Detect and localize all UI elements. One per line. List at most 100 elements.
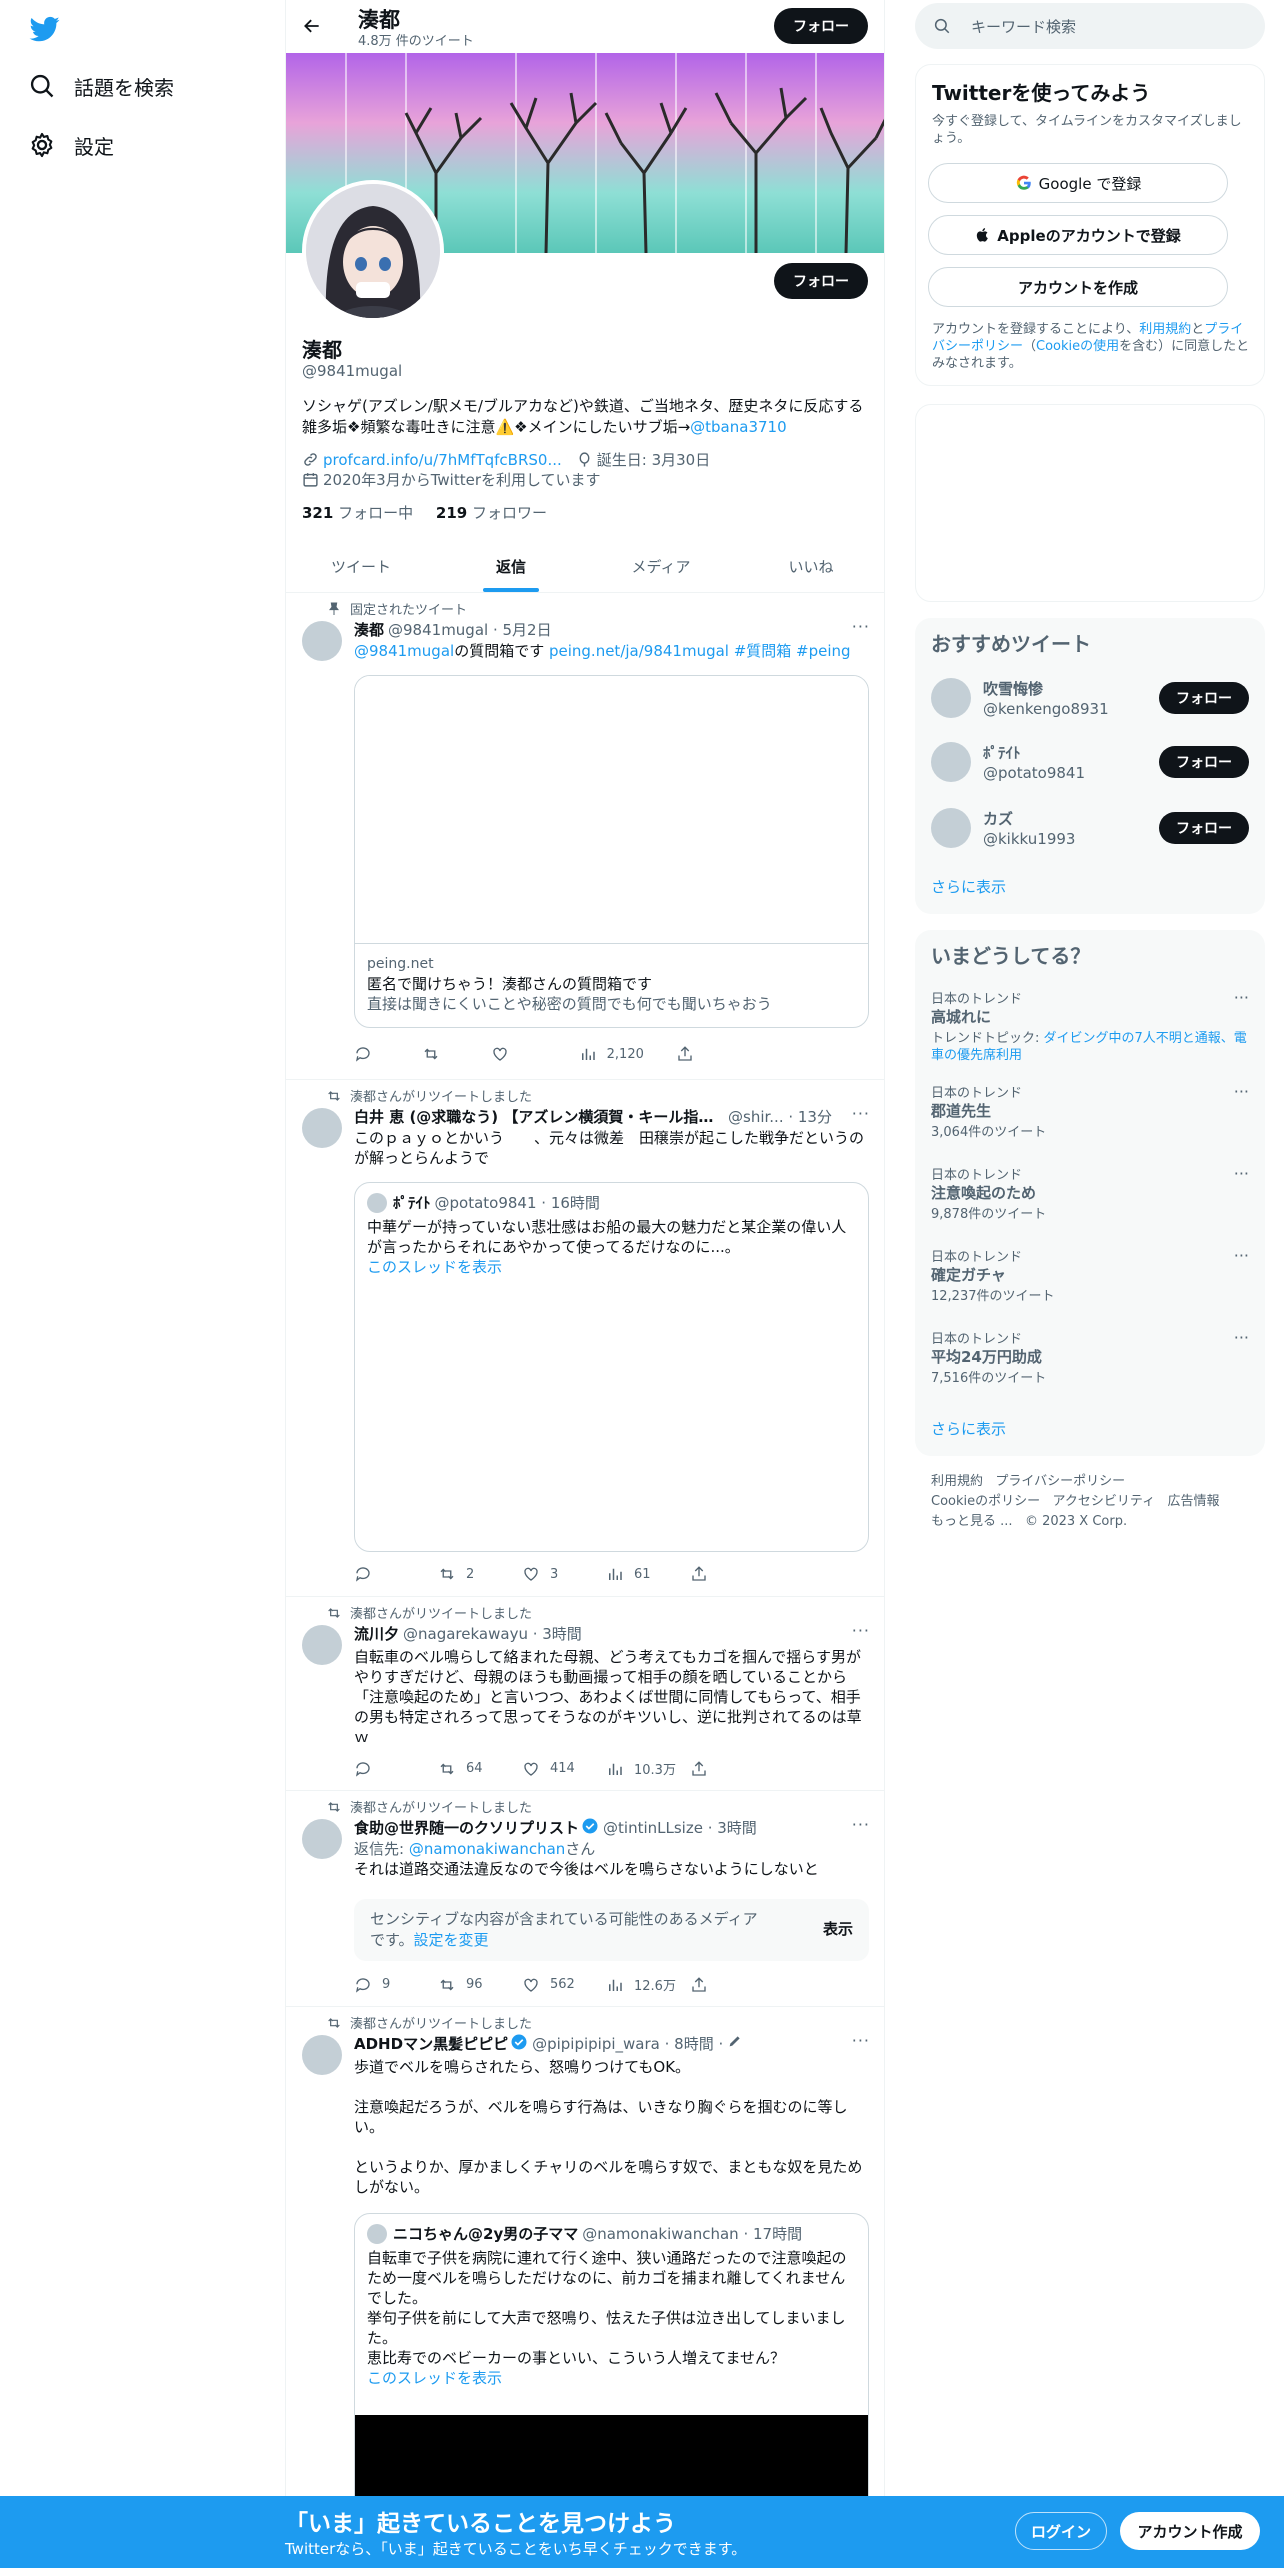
trend-item[interactable]: 日本のトレンド 高城れに トレンドトピック: ダイビング中の7人不明と通報、電車… xyxy=(915,988,1265,1070)
tweet-retweet-4[interactable]: 湊都さんがリツイートしました ADHDマン黒髪ピピピ @pipipipipi_w… xyxy=(286,2007,884,2568)
more-icon[interactable]: ··· xyxy=(1234,1082,1249,1101)
more-icon[interactable]: ··· xyxy=(852,1104,870,1123)
reply-to-link[interactable]: @namonakiwanchan xyxy=(409,1840,565,1858)
author-handle[interactable]: @nagarekawayu · 3時間 xyxy=(403,1623,582,1644)
sensitive-settings-link[interactable]: 設定を変更 xyxy=(414,1931,489,1949)
more-icon[interactable]: ··· xyxy=(852,617,870,636)
avatar[interactable] xyxy=(931,742,971,782)
views-button[interactable]: 10.3万 xyxy=(606,1759,690,1778)
share-button[interactable] xyxy=(676,1045,774,1063)
like-button[interactable]: 562 xyxy=(522,1975,606,1994)
bio-mention-link[interactable]: @tbana3710 xyxy=(690,418,786,436)
terms-link[interactable]: 利用規約 xyxy=(1139,322,1191,337)
footer-accessibility-link[interactable]: アクセシビリティ xyxy=(1053,1494,1156,1509)
tweet-retweet-2[interactable]: 湊都さんがリツイートしました 流川夕 @nagarekawayu · 3時間 ·… xyxy=(286,1597,884,1791)
views-button[interactable]: 12.6万 xyxy=(606,1975,690,1994)
avatar[interactable] xyxy=(302,621,342,661)
signup-button[interactable]: アカウント作成 xyxy=(1120,2512,1260,2550)
profile-follow-button[interactable]: フォロー xyxy=(774,263,868,299)
follow-button[interactable]: フォロー xyxy=(1159,746,1249,778)
reply-button[interactable] xyxy=(354,1045,422,1063)
share-button[interactable] xyxy=(690,1565,774,1583)
cookie-link[interactable]: Cookieの使用 xyxy=(1036,339,1119,354)
trend-item[interactable]: 日本のトレンド 注意喚起のため 9,878件のツイート ··· xyxy=(915,1164,1265,1246)
recommend-user-2[interactable]: ﾎﾟﾃｲﾄ @potato9841 フォロー xyxy=(915,730,1265,794)
google-signup-button[interactable]: Google で登録 xyxy=(928,163,1228,203)
footer-ads-link[interactable]: 広告情報 xyxy=(1168,1494,1220,1509)
more-icon[interactable]: ··· xyxy=(852,1815,870,1834)
footer-more-link[interactable]: もっと見る ... xyxy=(931,1514,1013,1529)
avatar[interactable] xyxy=(302,2035,342,2075)
reply-button[interactable] xyxy=(354,1759,438,1778)
trend-item[interactable]: 日本のトレンド 確定ガチャ 12,237件のツイート ··· xyxy=(915,1246,1265,1328)
share-button[interactable] xyxy=(690,1759,774,1778)
author-handle[interactable]: @tintinLLsize · 3時間 xyxy=(603,1817,757,1838)
author-handle[interactable]: @9841mugal · 5月2日 xyxy=(388,619,552,640)
author-name[interactable]: 湊都 xyxy=(354,619,384,640)
tab-tweets[interactable]: ツイート xyxy=(286,540,436,592)
tab-replies[interactable]: 返信 xyxy=(436,540,586,592)
avatar[interactable] xyxy=(302,1625,342,1665)
author-handle[interactable]: @pipipipipi_wara · 8時間 · xyxy=(532,2033,723,2054)
footer-terms-link[interactable]: 利用規約 xyxy=(931,1474,983,1489)
back-button[interactable] xyxy=(298,12,326,40)
twitter-logo-icon[interactable] xyxy=(28,14,62,44)
author-name[interactable]: 流川夕 xyxy=(354,1623,399,1644)
retweet-button[interactable]: 2 xyxy=(438,1565,522,1583)
author-name[interactable]: 食助@世界随一のクソリプリスト xyxy=(354,1817,579,1838)
follow-button[interactable]: フォロー xyxy=(1159,812,1249,844)
recommend-show-more[interactable]: さらに表示 xyxy=(931,876,1006,897)
tweet-pinned[interactable]: 固定されたツイート 湊都 @9841mugal · 5月2日 ··· @9841… xyxy=(286,593,884,1080)
like-button[interactable]: 414 xyxy=(522,1759,606,1778)
author-name[interactable]: ADHDマン黒髪ピピピ xyxy=(354,2033,508,2054)
avatar[interactable] xyxy=(931,678,971,718)
tweet-link[interactable]: peing.net/ja/9841mugal #質問箱 #peing xyxy=(549,642,851,660)
more-icon[interactable]: ··· xyxy=(1234,1246,1249,1265)
more-icon[interactable]: ··· xyxy=(1234,1164,1249,1183)
share-button[interactable] xyxy=(690,1975,774,1994)
recommend-user-1[interactable]: 吹雪悔惨 @kenkengo8931 フォロー xyxy=(915,666,1265,730)
followers-link[interactable]: 219 フォロワー xyxy=(436,504,547,522)
quote-tweet[interactable]: ﾎﾟﾃｲﾄ @potato9841 · 16時間 中華ゲーが持っていない悲壮感は… xyxy=(354,1182,869,1552)
more-icon[interactable]: ··· xyxy=(852,1621,870,1640)
show-thread-link[interactable]: このスレッドを表示 xyxy=(367,1258,502,1276)
show-media-button[interactable]: 表示 xyxy=(823,1919,853,1940)
following-link[interactable]: 321 フォロー中 xyxy=(302,504,413,522)
retweet-button[interactable]: 64 xyxy=(438,1759,522,1778)
show-thread-link[interactable]: このスレッドを表示 xyxy=(367,2369,502,2387)
author-handle[interactable]: @shir... · 13分 xyxy=(728,1106,832,1127)
create-account-button[interactable]: アカウントを作成 xyxy=(928,267,1228,307)
tweet-retweet-1[interactable]: 湊都さんがリツイートしました 白井 恵 (@求職なう) 【アズレン横須賀・キール… xyxy=(286,1080,884,1597)
avatar[interactable] xyxy=(931,808,971,848)
login-button[interactable]: ログイン xyxy=(1015,2512,1107,2550)
nav-explore[interactable]: 話題を検索 xyxy=(28,66,174,106)
trend-item[interactable]: 日本のトレンド 平均24万円助成 7,516件のツイート ··· xyxy=(915,1328,1265,1410)
mention-link[interactable]: @9841mugal xyxy=(354,642,454,660)
apple-signup-button[interactable]: Appleのアカウントで登録 xyxy=(928,215,1228,255)
views-button[interactable]: 2,120 xyxy=(579,1045,677,1063)
profile-avatar[interactable] xyxy=(302,180,444,322)
author-name[interactable]: 白井 恵 (@求職なう) 【アズレン横須賀・キール指揮... xyxy=(354,1106,724,1127)
nav-settings[interactable]: 設定 xyxy=(28,125,114,165)
link-card[interactable]: peing.net 匿名で聞けちゃう！湊都さんの質問箱です 直接は聞きにくいこと… xyxy=(354,675,869,1028)
follow-button[interactable]: フォロー xyxy=(1159,682,1249,714)
trend-item[interactable]: 日本のトレンド 郡道先生 3,064件のツイート ··· xyxy=(915,1082,1265,1164)
more-icon[interactable]: ··· xyxy=(852,2031,870,2050)
search-input[interactable]: キーワード検索 xyxy=(915,3,1265,49)
avatar[interactable] xyxy=(302,1819,342,1859)
more-icon[interactable]: ··· xyxy=(1234,1328,1249,1347)
footer-cookie-link[interactable]: Cookieのポリシー xyxy=(931,1494,1040,1509)
views-button[interactable]: 61 xyxy=(606,1565,690,1583)
reply-button[interactable] xyxy=(354,1565,438,1583)
trends-show-more[interactable]: さらに表示 xyxy=(931,1418,1006,1439)
reply-button[interactable]: 9 xyxy=(354,1975,438,1994)
like-button[interactable]: 3 xyxy=(522,1565,606,1583)
tweet-retweet-3[interactable]: 湊都さんがリツイートしました 食助@世界随一のクソリプリスト @tintinLL… xyxy=(286,1791,884,2007)
more-icon[interactable]: ··· xyxy=(1234,988,1249,1007)
avatar[interactable] xyxy=(302,1108,342,1148)
tab-likes[interactable]: いいね xyxy=(736,540,884,592)
recommend-user-3[interactable]: カズ @kikku1993 フォロー xyxy=(915,796,1265,860)
profile-website-link[interactable]: profcard.info/u/7hMfTqfcBRS0... xyxy=(323,451,562,469)
footer-privacy-link[interactable]: プライバシーポリシー xyxy=(995,1474,1125,1489)
tab-media[interactable]: メディア xyxy=(586,540,736,592)
